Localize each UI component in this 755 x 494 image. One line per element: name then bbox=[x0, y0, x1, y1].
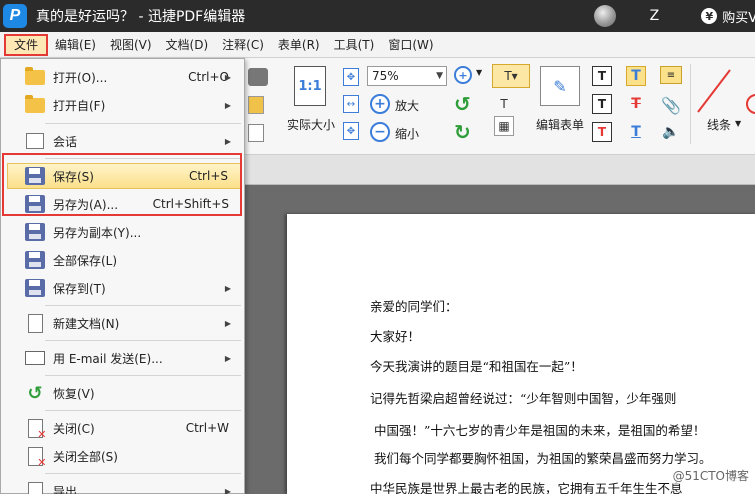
pdf-page[interactable]: 亲爱的同学们： 大家好！ 今天我演讲的题目是“和祖国在一起”！ 记得先哲梁启超曾… bbox=[287, 214, 755, 494]
highlight-text-icon[interactable]: T bbox=[626, 66, 646, 86]
sound-icon[interactable]: 🔈 bbox=[660, 122, 682, 142]
menu-comment[interactable]: 注释(C) bbox=[215, 34, 271, 56]
zoom-value: 75% bbox=[372, 69, 399, 83]
file-menu-session[interactable]: 会话 ▶ bbox=[7, 128, 241, 154]
email-icon bbox=[25, 351, 45, 365]
file-menu-open[interactable]: 打开(O)... Ctrl+O ▶ bbox=[7, 64, 241, 90]
document-tab-strip bbox=[245, 155, 755, 185]
menu-document[interactable]: 文档(D) bbox=[159, 34, 216, 56]
file-menu-open-from[interactable]: 打开自(F) ▶ bbox=[7, 92, 241, 118]
export-icon bbox=[27, 481, 43, 494]
highlight-annotation-box bbox=[2, 153, 242, 216]
session-icon bbox=[26, 133, 44, 149]
folder-globe-icon bbox=[25, 94, 45, 113]
new-document-icon bbox=[27, 313, 43, 333]
pdf-logo-icon: P bbox=[3, 4, 27, 28]
doc-line-1: 亲爱的同学们： bbox=[370, 299, 458, 314]
buy-label: 购买VI bbox=[722, 10, 755, 26]
user-initial[interactable]: Z bbox=[650, 8, 660, 24]
doc-line-5: 中国强！”十六七岁的青少年是祖国的未来，是祖国的希望！ bbox=[374, 423, 706, 438]
zoom-tool-dropdown-icon[interactable]: ▼ bbox=[476, 68, 482, 77]
zoom-in-label[interactable]: 放大 bbox=[395, 97, 419, 114]
app-logo[interactable]: P bbox=[0, 0, 30, 32]
user-avatar[interactable] bbox=[593, 5, 616, 27]
text-box-icon[interactable]: T bbox=[494, 94, 514, 114]
menu-bar: 文件 编辑(E) 视图(V) 文档(D) 注释(C) 表单(R) 工具(T) 窗… bbox=[0, 32, 755, 58]
close-all-icon: ✕ bbox=[27, 446, 47, 469]
attachment-icon[interactable]: 📎 bbox=[661, 94, 681, 116]
actual-size-icon[interactable]: 1:1 bbox=[294, 66, 326, 106]
fit-width-icon[interactable]: ↔ bbox=[343, 95, 359, 113]
zoom-in-icon[interactable]: + bbox=[370, 94, 390, 114]
rotate-right-icon[interactable]: ↻ bbox=[454, 120, 471, 144]
file-menu-save-copy[interactable]: 另存为副本(Y)... bbox=[7, 219, 241, 245]
text-field-tool-icon[interactable]: T▾ bbox=[492, 64, 530, 88]
title-bar: P 真的是好运吗？ - 迅捷PDF编辑器 Z ¥ 购买VI bbox=[0, 0, 755, 32]
yen-icon: ¥ bbox=[701, 8, 718, 24]
paste-icon[interactable] bbox=[248, 96, 264, 114]
menu-window[interactable]: 窗口(W) bbox=[381, 34, 440, 56]
line-label[interactable]: 线条 bbox=[707, 116, 731, 133]
callout-icon[interactable]: T bbox=[592, 122, 612, 142]
watermark: @51CTO博客 bbox=[672, 467, 749, 484]
submenu-arrow-icon: ▶ bbox=[224, 283, 231, 293]
underline-icon[interactable]: T bbox=[626, 122, 646, 142]
folder-open-icon bbox=[25, 66, 45, 85]
edit-form-icon[interactable]: ✎ bbox=[540, 66, 580, 106]
file-menu-new-document[interactable]: 新建文档(N) ▶ bbox=[7, 310, 241, 336]
submenu-arrow-icon: ▶ bbox=[224, 100, 231, 110]
camera-icon[interactable] bbox=[248, 68, 268, 86]
zoom-out-icon[interactable]: − bbox=[370, 122, 390, 142]
fit-page-icon[interactable]: ✥ bbox=[343, 68, 359, 86]
file-menu-dropdown: 打开(O)... Ctrl+O ▶ 打开自(F) ▶ 会话 ▶ 保存(S) Ct… bbox=[0, 58, 245, 494]
select-text-icon[interactable] bbox=[248, 124, 264, 142]
close-document-icon: ✕ bbox=[27, 418, 47, 441]
file-menu-revert[interactable]: ↺ 恢复(V) bbox=[7, 380, 241, 406]
submenu-arrow-icon: ▶ bbox=[224, 486, 231, 494]
save-all-icon bbox=[25, 251, 45, 269]
strikeout-icon[interactable]: T bbox=[626, 94, 646, 114]
file-menu-close-all[interactable]: ✕ 关闭全部(S) bbox=[7, 443, 241, 469]
doc-line-7: 中华民族是世界上最古老的民族，它拥有五千年生生不息 bbox=[370, 481, 683, 494]
chevron-down-icon: ▼ bbox=[436, 71, 443, 81]
menu-file[interactable]: 文件 bbox=[4, 33, 49, 56]
doc-line-3: 今天我演讲的题目是“和祖国在一起”！ bbox=[370, 359, 583, 374]
file-menu-close[interactable]: ✕ 关闭(C) Ctrl+W bbox=[7, 415, 241, 441]
doc-line-6: 我们每个同学都要胸怀祖国，为祖国的繁荣昌盛而努力学习。 bbox=[374, 451, 712, 466]
zoom-tool-icon[interactable]: + bbox=[454, 66, 472, 84]
oval-tool-icon[interactable] bbox=[746, 94, 755, 114]
revert-icon: ↺ bbox=[27, 382, 43, 404]
edit-form-label[interactable]: 编辑表单 bbox=[536, 116, 584, 133]
submenu-arrow-icon: ▶ bbox=[224, 136, 231, 146]
submenu-arrow-icon: ▶ bbox=[224, 318, 231, 328]
textbox-tool-icon[interactable]: T bbox=[592, 94, 612, 114]
file-menu-export[interactable]: 导出 ▶ bbox=[7, 478, 241, 494]
save-copy-icon bbox=[25, 223, 45, 241]
window-title: 真的是好运吗？ - 迅捷PDF编辑器 bbox=[36, 9, 246, 25]
buy-vip-button[interactable]: ¥ 购买VI bbox=[701, 7, 755, 26]
menu-tools[interactable]: 工具(T) bbox=[327, 34, 382, 56]
typewriter-icon[interactable]: T bbox=[592, 66, 612, 86]
zoom-select[interactable]: 75% ▼ bbox=[367, 66, 447, 86]
note-icon[interactable]: ≡ bbox=[660, 66, 682, 84]
doc-line-4: 记得先哲梁启超曾经说过：“少年智则中国智，少年强则 bbox=[370, 391, 677, 406]
actual-size-label[interactable]: 实际大小 bbox=[287, 116, 335, 133]
file-menu-email[interactable]: 用 E-mail 发送(E)... ▶ bbox=[7, 345, 241, 371]
line-tool-icon[interactable] bbox=[696, 68, 732, 114]
line-dropdown-icon[interactable]: ▼ bbox=[735, 119, 741, 128]
file-menu-save-all[interactable]: 全部保存(L) bbox=[7, 247, 241, 273]
rotate-left-icon[interactable]: ↺ bbox=[454, 92, 471, 116]
zoom-out-label[interactable]: 缩小 bbox=[395, 125, 419, 142]
submenu-arrow-icon: ▶ bbox=[224, 72, 231, 82]
menu-view[interactable]: 视图(V) bbox=[103, 34, 159, 56]
file-menu-save-to[interactable]: 保存到(T) ▶ bbox=[7, 275, 241, 301]
menu-form[interactable]: 表单(R) bbox=[271, 34, 327, 56]
doc-line-2: 大家好！ bbox=[370, 329, 421, 344]
menu-edit[interactable]: 编辑(E) bbox=[48, 34, 103, 56]
save-to-icon bbox=[25, 279, 45, 297]
fit-visible-icon[interactable]: ✥ bbox=[343, 122, 359, 140]
submenu-arrow-icon: ▶ bbox=[224, 353, 231, 363]
image-field-icon[interactable]: ▦ bbox=[494, 116, 514, 136]
